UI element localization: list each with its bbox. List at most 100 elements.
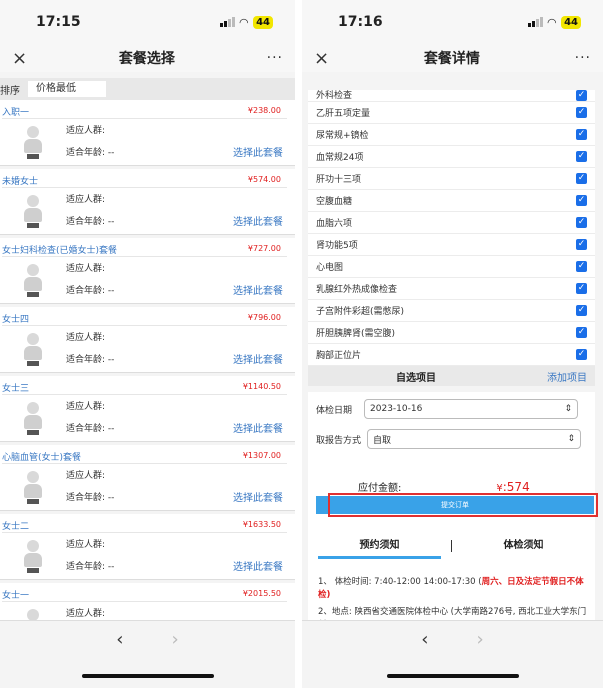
back-arrow-icon[interactable]: ‹ [421,629,428,650]
more-icon[interactable]: ··· [575,50,591,66]
package-card[interactable]: 入职一 ¥238.00 适应人群: 适合年龄: -- 选择此套餐 [0,100,295,166]
package-card[interactable]: 未婚女士 ¥574.00 适应人群: 适合年龄: -- 选择此套餐 [0,169,295,235]
select-package-button[interactable]: 选择此套餐 [233,351,283,366]
package-name[interactable]: 未婚女士 [2,174,38,187]
package-name[interactable]: 女士三 [2,381,29,394]
divider [2,187,287,188]
sort-label: 排序 [0,85,20,97]
back-arrow-icon[interactable]: ‹ [116,629,123,650]
report-method-value: 自取 [373,435,392,446]
notice-time-text: 1、 体检时间: 7:40-12:00 14:00-17:30 ( [318,577,482,587]
checkbox-checked-icon[interactable]: ✓ [576,107,587,118]
doctor-avatar-icon [24,126,42,160]
tab-exam-notice[interactable]: 体检须知 [452,533,595,559]
exam-item-row: 胸部正位片 ✓ [308,344,595,366]
doctor-avatar-icon [24,471,42,505]
exam-date-value: 2023-10-16 [370,404,423,414]
signal-icon [219,17,235,27]
package-age: 适合年龄: -- [66,562,115,572]
close-icon[interactable]: × [314,48,329,69]
select-package-button[interactable]: 选择此套餐 [233,489,283,504]
checkbox-checked-icon[interactable]: ✓ [576,261,587,272]
close-icon[interactable]: × [12,48,27,69]
wifi-icon: ◠ [547,15,557,29]
package-select-screen: 17:15 ◠ 44 × 套餐选择 ··· 排序 价格最低 入职一 ¥238.00… [0,0,295,688]
package-price: ¥1140.50 [242,382,281,391]
add-item-button[interactable]: 添加项目 [547,369,587,384]
exam-item-row: 血脂六项 ✓ [308,212,595,234]
exam-item-row: 血常规24项 ✓ [308,146,595,168]
amount-label: 应付金额: [358,483,402,494]
checkbox-checked-icon[interactable]: ✓ [576,129,587,140]
amount-row: 应付金额: ¥:574 [308,479,595,495]
tab-booking-notice[interactable]: 预约须知 [308,533,451,559]
package-name[interactable]: 女士二 [2,519,29,532]
select-package-button[interactable]: 选择此套餐 [233,213,283,228]
report-method-label: 取报告方式 [316,435,362,446]
package-card[interactable]: 心脑血管(女士)套餐 ¥1307.00 适应人群: 适合年龄: -- 选择此套餐 [0,445,295,511]
package-card[interactable]: 女士二 ¥1633.50 适应人群: 适合年龄: -- 选择此套餐 [0,514,295,580]
package-price: ¥1307.00 [242,451,281,460]
checkbox-checked-icon[interactable]: ✓ [576,217,587,228]
package-name[interactable]: 女士妇科检查(已婚女士)套餐 [2,243,117,256]
checkbox-checked-icon[interactable]: ✓ [576,305,587,316]
nav-bar: × 套餐详情 ··· [302,44,603,72]
package-name[interactable]: 入职一 [2,105,29,118]
divider [2,256,287,257]
exam-date-row: 体检日期 2023-10-16 ⇕ [308,394,595,424]
package-card[interactable]: 女士四 ¥796.00 适应人群: 适合年龄: -- 选择此套餐 [0,307,295,373]
package-card[interactable]: 女士妇科检查(已婚女士)套餐 ¥727.00 适应人群: 适合年龄: -- 选择此套餐 [0,238,295,304]
select-package-button[interactable]: 选择此套餐 [233,144,283,159]
package-price: ¥796.00 [247,313,281,322]
amount-number: :574 [502,479,530,494]
exam-item-label: 血常规24项 [316,153,364,163]
exam-item-label: 乳腺红外热成像检查 [316,285,398,295]
exam-item-label: 乙肝五项定量 [316,109,371,119]
checkbox-checked-icon[interactable]: ✓ [576,90,587,101]
checkbox-checked-icon[interactable]: ✓ [576,151,587,162]
package-crowd: 适应人群: [66,471,106,481]
exam-item-label: 肾功能5项 [316,241,358,251]
exam-date-select[interactable]: 2023-10-16 ⇕ [364,399,579,419]
checkbox-checked-icon[interactable]: ✓ [576,349,587,360]
select-package-button[interactable]: 选择此套餐 [233,558,283,573]
forward-arrow-icon[interactable]: › [477,629,484,650]
forward-arrow-icon[interactable]: › [172,629,179,650]
package-age: 适合年龄: -- [66,217,115,227]
exam-item-label: 外科检查 [316,91,353,101]
sort-select[interactable]: 价格最低 [28,81,106,97]
checkbox-checked-icon[interactable]: ✓ [576,195,587,206]
checkbox-checked-icon[interactable]: ✓ [576,283,587,294]
package-age: 适合年龄: -- [66,148,115,158]
package-age: 适合年龄: -- [66,424,115,434]
select-package-button[interactable]: 选择此套餐 [233,420,283,435]
more-icon[interactable]: ··· [267,50,283,66]
package-name[interactable]: 心脑血管(女士)套餐 [2,450,81,463]
exam-date-label: 体检日期 [316,405,353,416]
checkbox-checked-icon[interactable]: ✓ [576,239,587,250]
battery-icon: 44 [561,15,581,29]
exam-item-row: 肝胆胰脾肾(需空腹) ✓ [308,322,595,344]
checkbox-checked-icon[interactable]: ✓ [576,327,587,338]
exam-item-label: 心电图 [316,263,344,273]
notice-paren: ) [326,590,331,600]
package-card[interactable]: 女士三 ¥1140.50 适应人群: 适合年龄: -- 选择此套餐 [0,376,295,442]
checkbox-checked-icon[interactable]: ✓ [576,173,587,184]
wifi-icon: ◠ [239,15,249,29]
package-name[interactable]: 女士四 [2,312,29,325]
sort-bar: 排序 价格最低 [0,78,295,100]
updown-chevron-icon: ⇕ [564,404,573,414]
package-age: 适合年龄: -- [66,355,115,365]
report-method-select[interactable]: 自取 ⇕ [367,429,582,449]
exam-item-row: 肝功十三项 ✓ [308,168,595,190]
select-package-button[interactable]: 选择此套餐 [233,282,283,297]
exam-item-list: 外科检查 ✓ 乙肝五项定量 ✓ 尿常规+镜检 ✓ 血常规24项 ✓ 肝功十三项 ✓ 空腹血糖 ✓ 血脂六… [308,90,595,386]
package-crowd: 适应人群: [66,264,106,274]
package-crowd: 适应人群: [66,333,106,343]
package-crowd: 适应人群: [66,126,106,136]
divider [2,118,287,119]
notice-line-1: 1、 体检时间: 7:40-12:00 14:00-17:30 (周六、日及法定… [318,576,591,602]
exam-item-label: 肝功十三项 [316,175,362,185]
package-list: 入职一 ¥238.00 适应人群: 适合年龄: -- 选择此套餐 未婚女士 ¥574.00 适… [0,100,295,649]
package-name[interactable]: 女士一 [2,588,29,601]
